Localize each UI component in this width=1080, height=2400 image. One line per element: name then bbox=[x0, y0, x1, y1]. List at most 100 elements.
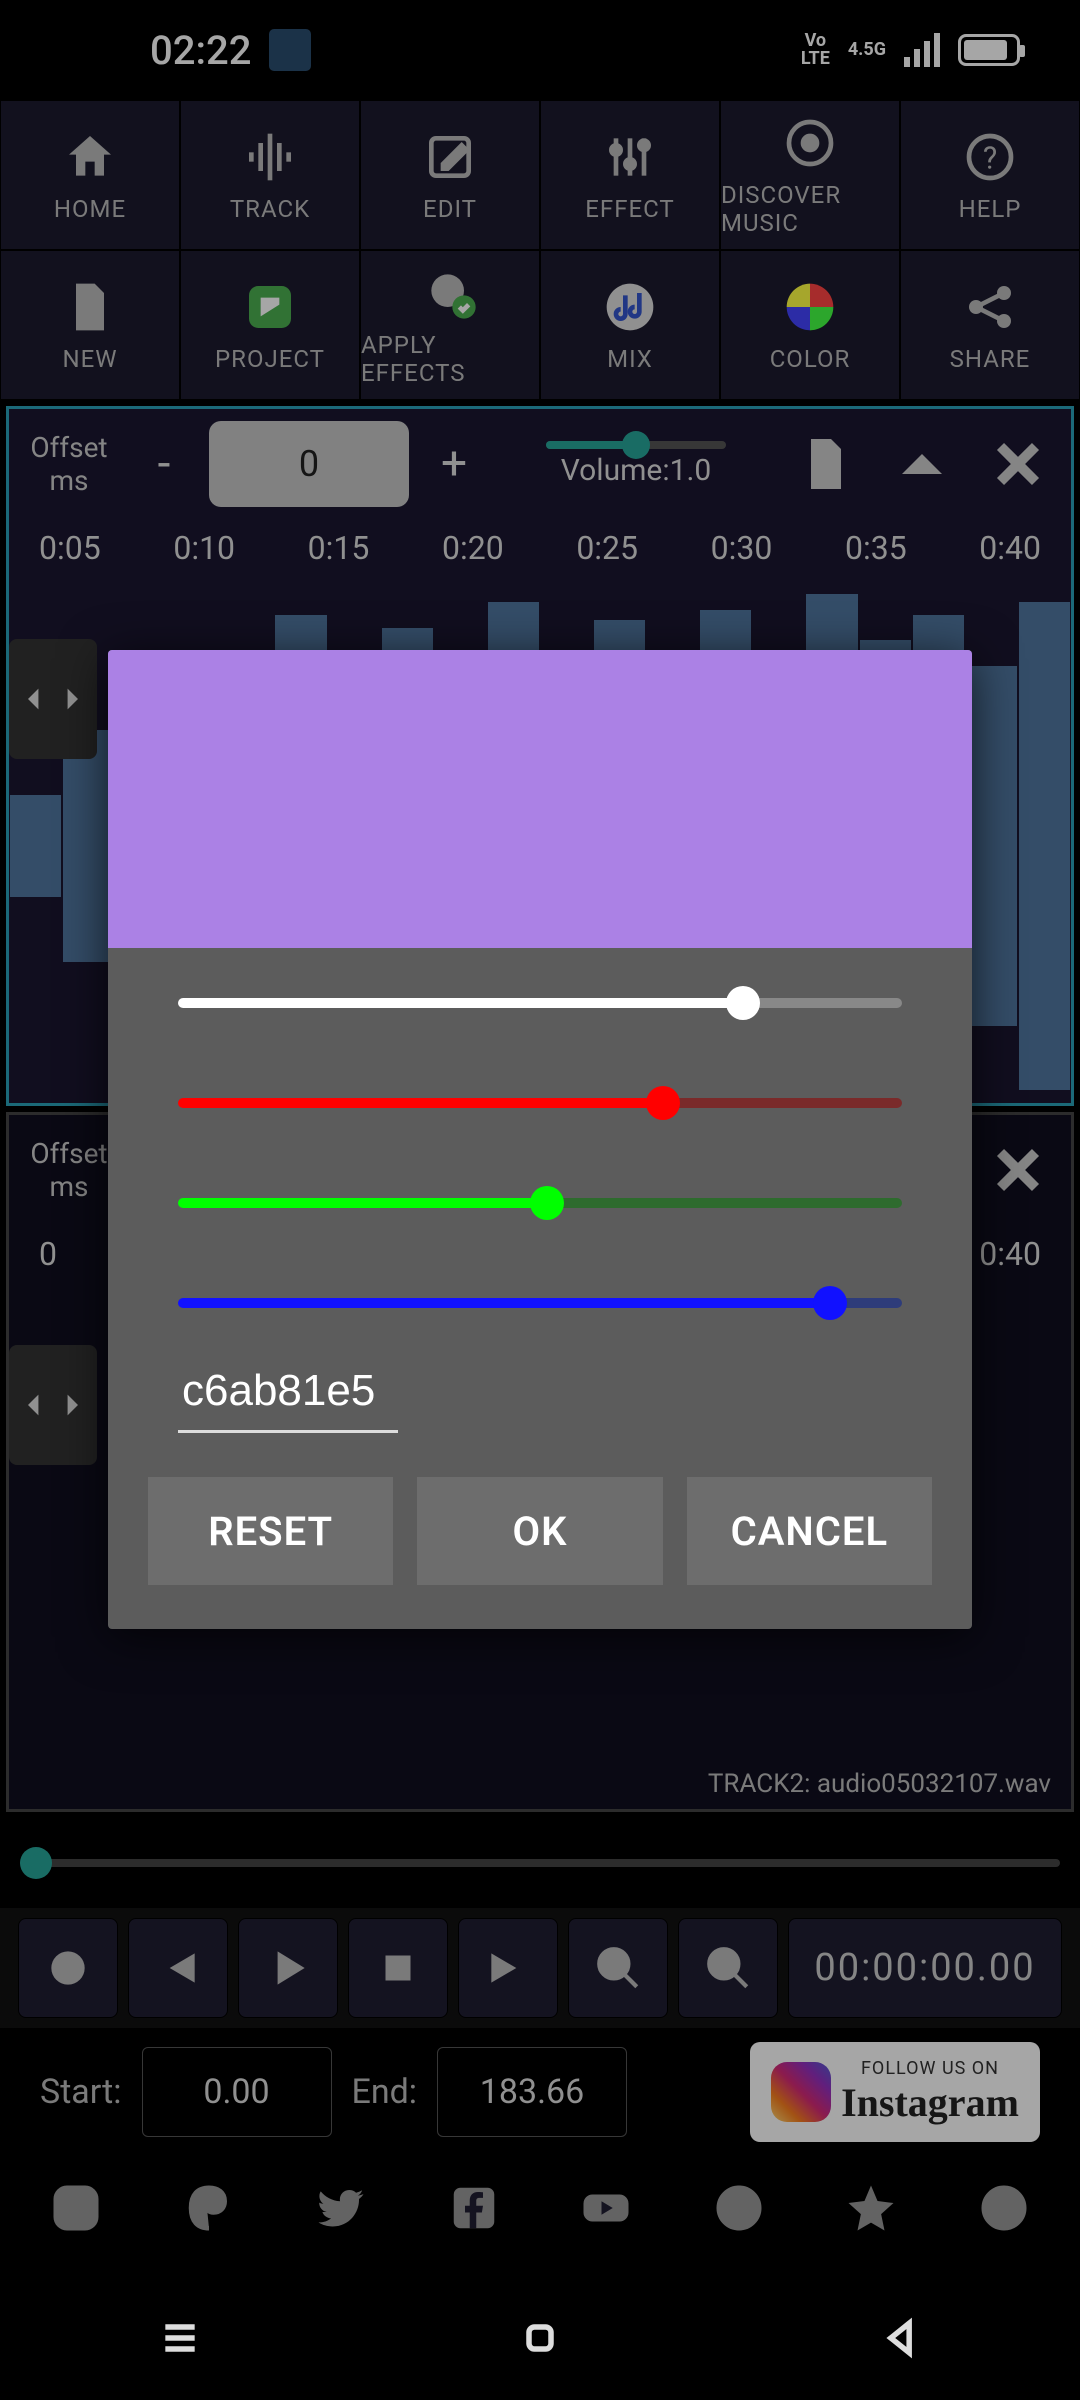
share-button[interactable]: SHARE bbox=[900, 250, 1080, 400]
social-row bbox=[0, 2156, 1080, 2260]
color-wheel-icon bbox=[782, 277, 838, 337]
tick: 0:30 bbox=[711, 529, 773, 567]
help-label: HELP bbox=[959, 195, 1022, 223]
next-button[interactable] bbox=[458, 1918, 558, 2018]
effect-label: EFFECT bbox=[585, 195, 674, 223]
offset-label: Offset ms bbox=[19, 1137, 119, 1203]
alpha-slider[interactable] bbox=[178, 998, 902, 1008]
mix-icon bbox=[602, 277, 658, 337]
system-navbar bbox=[0, 2280, 1080, 2400]
star-icon[interactable] bbox=[831, 2168, 911, 2248]
green-slider[interactable] bbox=[178, 1198, 902, 1208]
signal-icon bbox=[904, 33, 940, 67]
track-close-button[interactable] bbox=[975, 421, 1061, 507]
tick: 0:25 bbox=[576, 529, 638, 567]
tick: 0:20 bbox=[442, 529, 504, 567]
effect-button[interactable]: EFFECT bbox=[540, 100, 720, 250]
home-button-nav[interactable] bbox=[518, 2316, 562, 2364]
track-button[interactable]: TRACK bbox=[180, 100, 360, 250]
project-icon bbox=[242, 277, 298, 337]
end-label: End: bbox=[352, 2072, 418, 2112]
volume-slider[interactable] bbox=[546, 441, 726, 449]
ok-button[interactable]: OK bbox=[417, 1477, 662, 1585]
instagram-icon bbox=[771, 2062, 831, 2122]
tick: 0:10 bbox=[173, 529, 235, 567]
share-icon bbox=[962, 277, 1018, 337]
network-icon: 4.5G bbox=[848, 41, 886, 59]
edit-button[interactable]: EDIT bbox=[360, 100, 540, 250]
zoom-out-button[interactable] bbox=[568, 1918, 668, 2018]
waveform-icon bbox=[242, 127, 298, 187]
red-slider[interactable] bbox=[178, 1098, 902, 1108]
end-input[interactable]: 183.66 bbox=[437, 2047, 627, 2137]
globe-icon[interactable] bbox=[699, 2168, 779, 2248]
cancel-button[interactable]: CANCEL bbox=[687, 1477, 932, 1585]
insta-follow: FOLLOW US ON bbox=[861, 2058, 999, 2079]
stop-button[interactable] bbox=[348, 1918, 448, 2018]
zoom-in-button[interactable] bbox=[678, 1918, 778, 2018]
track-move-handle[interactable] bbox=[9, 639, 97, 759]
threads-icon[interactable] bbox=[169, 2168, 249, 2248]
blue-slider[interactable] bbox=[178, 1298, 902, 1308]
offset-plus-button[interactable]: + bbox=[419, 437, 489, 491]
playback-progress[interactable] bbox=[0, 1818, 1080, 1908]
file-icon bbox=[62, 277, 118, 337]
twitter-icon[interactable] bbox=[301, 2168, 381, 2248]
svg-text:?: ? bbox=[983, 142, 997, 177]
color-button[interactable]: COLOR bbox=[720, 250, 900, 400]
range-bar: Start: 0.00 End: 183.66 FOLLOW US ON Ins… bbox=[0, 2028, 1080, 2156]
new-label: NEW bbox=[62, 345, 117, 373]
offset-minus-button[interactable]: - bbox=[129, 437, 199, 491]
instagram-banner[interactable]: FOLLOW US ON Instagram bbox=[750, 2042, 1040, 2142]
track-move-handle[interactable] bbox=[9, 1345, 97, 1465]
toolbar-primary: HOME TRACK EDIT EFFECT DISCOVER MUSIC ? … bbox=[0, 100, 1080, 250]
instagram-outline-icon[interactable] bbox=[36, 2168, 116, 2248]
back-button[interactable] bbox=[878, 2316, 922, 2364]
discover-label: DISCOVER MUSIC bbox=[721, 181, 899, 237]
tick: 0:15 bbox=[308, 529, 370, 567]
track-filename: TRACK2: audio05032107.wav bbox=[708, 1769, 1051, 1799]
share-label: SHARE bbox=[950, 345, 1031, 373]
hex-input[interactable] bbox=[178, 1358, 398, 1433]
discover-button[interactable]: DISCOVER MUSIC bbox=[720, 100, 900, 250]
apply-effects-button[interactable]: APPLY EFFECTS bbox=[360, 250, 540, 400]
battery-icon bbox=[958, 34, 1020, 66]
volte-icon: Vo LTE bbox=[801, 32, 830, 68]
play-button[interactable] bbox=[238, 1918, 338, 2018]
gear-check-icon bbox=[422, 263, 478, 323]
track-label: TRACK bbox=[230, 195, 310, 223]
record-button[interactable] bbox=[18, 1918, 118, 2018]
edit-icon bbox=[422, 127, 478, 187]
edit-label: EDIT bbox=[423, 195, 477, 223]
color-preview bbox=[108, 650, 972, 948]
apply-label: APPLY EFFECTS bbox=[361, 331, 539, 387]
tick: 0:05 bbox=[39, 529, 101, 567]
prev-button[interactable] bbox=[128, 1918, 228, 2018]
track-close-button[interactable] bbox=[975, 1127, 1061, 1213]
color-picker-dialog: RESET OK CANCEL bbox=[108, 650, 972, 1629]
start-input[interactable]: 0.00 bbox=[142, 2047, 332, 2137]
home-icon bbox=[62, 127, 118, 187]
offset-input[interactable]: 0 bbox=[209, 421, 409, 507]
home-button[interactable]: HOME bbox=[0, 100, 180, 250]
disc-icon bbox=[782, 113, 838, 173]
project-button[interactable]: PROJECT bbox=[180, 250, 360, 400]
track-file-button[interactable] bbox=[783, 421, 869, 507]
facebook-icon[interactable] bbox=[434, 2168, 514, 2248]
new-button[interactable]: NEW bbox=[0, 250, 180, 400]
tick: 0:35 bbox=[845, 529, 907, 567]
project-label: PROJECT bbox=[215, 345, 325, 373]
settings-icon[interactable] bbox=[964, 2168, 1044, 2248]
youtube-icon[interactable] bbox=[566, 2168, 646, 2248]
color-label: COLOR bbox=[770, 345, 851, 373]
start-label: Start: bbox=[40, 2072, 122, 2112]
offset-label: Offset ms bbox=[19, 431, 119, 497]
reset-button[interactable]: RESET bbox=[148, 1477, 393, 1585]
recents-button[interactable] bbox=[158, 2316, 202, 2364]
track-collapse-button[interactable] bbox=[879, 421, 965, 507]
timecode-display: 00:00:00.00 bbox=[788, 1918, 1062, 2018]
mix-button[interactable]: MIX bbox=[540, 250, 720, 400]
transport-bar: 00:00:00.00 bbox=[0, 1908, 1080, 2028]
help-button[interactable]: ? HELP bbox=[900, 100, 1080, 250]
help-icon: ? bbox=[962, 127, 1018, 187]
